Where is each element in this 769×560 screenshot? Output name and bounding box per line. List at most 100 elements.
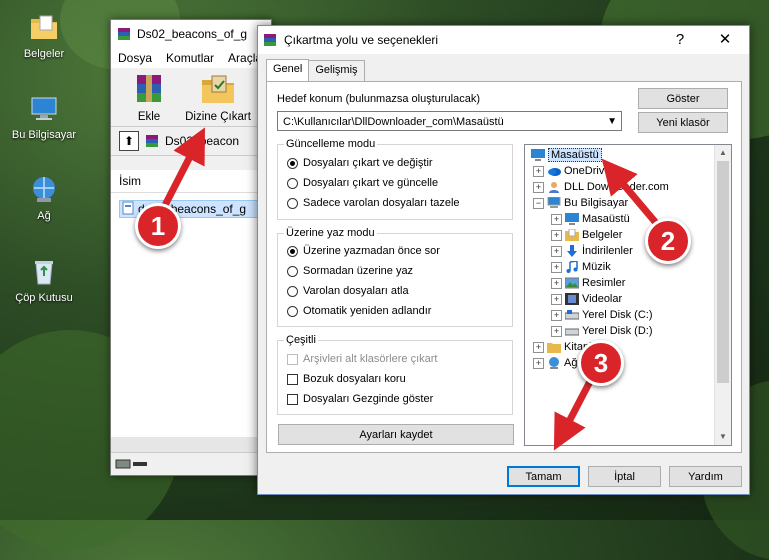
expand-toggle[interactable]: + (533, 181, 544, 193)
expand-toggle[interactable]: + (551, 325, 562, 337)
desktop-icon-recycle-bin[interactable]: Çöp Kutusu (6, 256, 82, 304)
checkbox[interactable] (287, 353, 298, 365)
collapse-toggle[interactable]: − (533, 197, 544, 209)
chevron-down-icon[interactable]: ▼ (607, 112, 617, 132)
checkbox[interactable] (287, 393, 298, 405)
radio-extract-update[interactable]: Dosyaları çıkart ve güncelle (287, 177, 438, 189)
checkbox[interactable] (287, 373, 298, 385)
tree-node-drive-d[interactable]: + Yerel Disk (D:) (551, 323, 653, 339)
desktop-icon-network[interactable]: Ağ (6, 174, 82, 222)
tree-node-this-pc[interactable]: − Bu Bilgisayar (533, 195, 628, 211)
expand-toggle[interactable]: + (551, 277, 562, 289)
checkbox-label: Arşivleri alt klasörlere çıkart (303, 353, 438, 365)
scroll-up-icon[interactable]: ▲ (715, 145, 731, 161)
radio-label: Otomatik yeniden adlandır (303, 305, 432, 317)
radio-extract-replace[interactable]: Dosyaları çıkart ve değiştir (287, 157, 433, 169)
checkbox-show-in-explorer[interactable]: Dosyaları Gezginde göster (287, 393, 433, 405)
update-mode-group: Güncelleme modu Dosyaları çıkart ve deği… (277, 138, 513, 220)
cancel-button[interactable]: İptal (588, 466, 661, 487)
step-marker-1: 1 (135, 203, 181, 249)
help-button[interactable]: Yardım (669, 466, 742, 487)
radio-button[interactable] (287, 305, 298, 317)
extract-to-button[interactable]: Dizine Çıkart (179, 72, 257, 123)
misc-group: Çeşitli Arşivleri alt klasörlere çıkart … (277, 334, 513, 415)
winrar-pathbar: ⬆ Ds02_beacon (111, 127, 271, 156)
drive-icon (565, 328, 579, 336)
tab-general[interactable]: Genel (266, 59, 310, 83)
ok-button[interactable]: Tamam (507, 466, 580, 487)
up-folder-button[interactable]: ⬆ (119, 131, 139, 151)
show-button[interactable]: Göster (638, 88, 728, 109)
step-marker-2: 2 (645, 218, 691, 264)
winrar-app-icon (118, 28, 130, 40)
dialog-titlebar[interactable]: Çıkartma yolu ve seçenekleri ? ✕ (258, 26, 749, 54)
radio-button[interactable] (287, 157, 298, 169)
tree-node-desktop-root[interactable]: Masaüstü (531, 147, 602, 163)
radio-overwrite-without-prompt[interactable]: Sormadan üzerine yaz (287, 265, 413, 277)
radio-skip-existing[interactable]: Varolan dosyaları atla (287, 285, 409, 297)
videos-icon (565, 293, 579, 305)
save-settings-button[interactable]: Ayarları kaydet (278, 424, 514, 445)
menu-dosya[interactable]: Dosya (111, 51, 159, 65)
radio-button[interactable] (287, 245, 298, 257)
checkbox-label: Dosyaları Gezginde göster (303, 393, 434, 405)
radio-button[interactable] (287, 265, 298, 277)
update-mode-title: Güncelleme modu (284, 138, 378, 150)
expand-toggle[interactable]: + (551, 245, 562, 257)
winrar-file-list: İsim ds02_beacons_of_g (111, 170, 289, 452)
tree-node-onedrive[interactable]: + OneDrive (533, 163, 610, 179)
expand-toggle[interactable]: + (551, 261, 562, 273)
menu-komutlar[interactable]: Komutlar (159, 51, 221, 65)
tree-node-label: Bu Bilgisayar (564, 197, 629, 209)
radio-button[interactable] (287, 177, 298, 189)
documents-icon (565, 229, 579, 241)
help-title-button[interactable]: ? (658, 26, 702, 54)
add-button-label: Ekle (137, 111, 161, 123)
add-archive-icon (137, 75, 161, 102)
tree-node-user[interactable]: + DLL Downloader.com (533, 179, 669, 195)
winrar-window: Ds02_beacons_of_g Dosya Komutlar Araçla … (110, 19, 289, 476)
winrar-horizontal-scrollbar[interactable] (111, 437, 271, 453)
winrar-titlebar[interactable]: Ds02_beacons_of_g (111, 20, 271, 48)
destination-path-combo[interactable]: C:\Kullanıcılar\DllDownloader_com\Masaüs… (277, 111, 622, 131)
tree-node-downloads[interactable]: + İndirilenler (551, 243, 633, 259)
tree-node-pictures[interactable]: + Resimler (551, 275, 625, 291)
desktop-icon-this-pc[interactable]: Bu Bilgisayar (6, 93, 82, 141)
tab-advanced[interactable]: Gelişmiş (308, 60, 365, 82)
radio-auto-rename[interactable]: Otomatik yeniden adlandır (287, 305, 431, 317)
tree-node-videos[interactable]: + Videolar (551, 291, 622, 307)
winrar-title: Ds02_beacons_of_g (137, 27, 248, 41)
expand-toggle[interactable]: + (551, 293, 562, 305)
tree-node-music[interactable]: + Müzik (551, 259, 611, 275)
checkbox-extract-subfolders[interactable]: Arşivleri alt klasörlere çıkart (287, 353, 437, 365)
expand-toggle[interactable]: + (551, 229, 562, 241)
scroll-thumb[interactable] (717, 161, 729, 383)
new-folder-button[interactable]: Yeni klasör (638, 112, 728, 133)
archive-icon (146, 135, 158, 147)
add-button[interactable]: Ekle (119, 72, 179, 123)
drive-key-icon (115, 459, 147, 469)
radio-freshen-existing[interactable]: Sadece varolan dosyaları tazele (287, 197, 460, 209)
expand-toggle[interactable]: + (533, 357, 544, 369)
close-button[interactable]: ✕ (703, 26, 747, 54)
expand-toggle[interactable]: + (551, 309, 562, 321)
tree-node-pc-desktop[interactable]: + Masaüstü (551, 211, 630, 227)
tree-vertical-scrollbar[interactable]: ▲ ▼ (714, 145, 731, 445)
scroll-down-icon[interactable]: ▼ (715, 429, 731, 445)
tree-node-drive-c[interactable]: + Yerel Disk (C:) (551, 307, 653, 323)
radio-button[interactable] (287, 285, 298, 297)
onedrive-icon (548, 168, 561, 176)
column-name-header[interactable]: İsim (111, 170, 271, 193)
folder-tree: Masaüstü + OneDrive + DLL Downloader.com… (524, 144, 732, 446)
computer-icon (547, 197, 561, 208)
tree-node-network[interactable]: + Ağ (533, 355, 577, 371)
expand-toggle[interactable]: + (533, 341, 544, 353)
expand-toggle[interactable]: + (551, 213, 562, 225)
radio-ask-before-overwrite[interactable]: Üzerine yazmadan önce sor (287, 245, 440, 257)
computer-icon (31, 97, 57, 120)
tree-node-documents[interactable]: + Belgeler (551, 227, 622, 243)
expand-toggle[interactable]: + (533, 165, 544, 177)
radio-button[interactable] (287, 197, 298, 209)
checkbox-keep-broken[interactable]: Bozuk dosyaları koru (287, 373, 406, 385)
desktop-icon-documents[interactable]: Belgeler (6, 12, 82, 60)
